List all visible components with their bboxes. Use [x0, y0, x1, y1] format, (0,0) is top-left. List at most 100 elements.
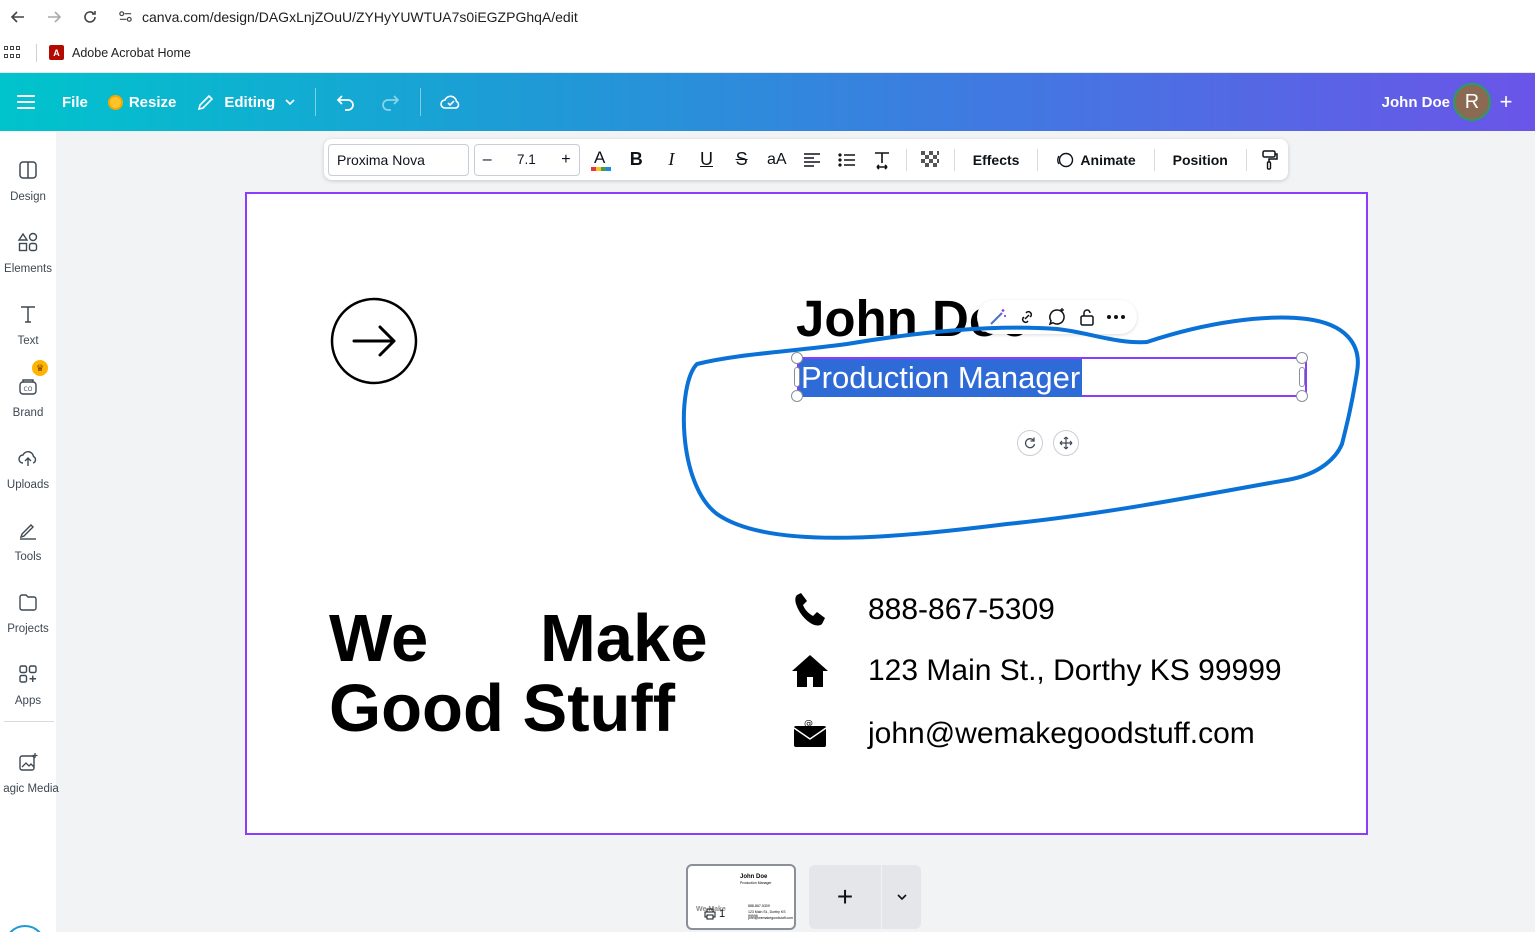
cloud-check-icon — [440, 95, 460, 109]
back-button[interactable] — [0, 0, 36, 33]
transparency-button[interactable] — [913, 144, 948, 176]
main-menu-button[interactable] — [0, 73, 52, 131]
effects-button[interactable]: Effects — [961, 152, 1032, 168]
decrease-font-size-button[interactable]: – — [483, 151, 492, 169]
address-text[interactable]: 123 Main St., Dorthy KS 99999 — [868, 654, 1282, 688]
link-button[interactable] — [1015, 305, 1039, 329]
sidebar-item-magic-media[interactable]: agic Media — [0, 735, 59, 803]
tagline-text[interactable]: We Make Good Stuff — [329, 604, 708, 744]
file-menu-button[interactable]: File — [52, 84, 98, 120]
comment-button[interactable] — [1045, 305, 1069, 329]
transparency-icon — [921, 150, 940, 167]
resize-button[interactable]: Resize — [98, 84, 187, 120]
user-name[interactable]: John Doe — [1382, 73, 1450, 131]
more-options-button[interactable] — [1104, 305, 1128, 329]
resize-handle[interactable] — [1296, 390, 1308, 402]
sidebar-item-text[interactable]: Text — [0, 287, 56, 355]
site-info-icon[interactable] — [114, 6, 136, 28]
phone-text[interactable]: 888-867-5309 — [868, 593, 1055, 627]
lock-button[interactable] — [1075, 305, 1099, 329]
invite-plus-button[interactable]: + — [1491, 87, 1521, 117]
editing-mode-button[interactable]: Editing — [186, 84, 307, 120]
letter-case-icon: aA — [766, 150, 787, 168]
align-button[interactable] — [794, 144, 829, 176]
letter-case-button[interactable]: aA — [759, 144, 794, 176]
underline-button[interactable]: U — [689, 144, 724, 176]
chevron-down-icon — [896, 894, 907, 901]
role-text[interactable]: Production Manager — [799, 359, 1083, 397]
forward-button[interactable] — [36, 0, 72, 33]
resize-handle[interactable] — [791, 352, 803, 364]
design-canvas[interactable]: John Doe Production Manager We Make Good… — [245, 192, 1368, 835]
rotate-handle[interactable] — [1017, 430, 1043, 456]
thumbnail-phone: 888-867-5309 — [748, 904, 770, 908]
chevron-down-icon — [285, 99, 295, 106]
animate-button[interactable]: Animate — [1044, 151, 1147, 169]
side-resize-handle[interactable] — [794, 367, 800, 387]
side-resize-handle[interactable] — [1299, 367, 1305, 387]
email-text[interactable]: john@wemakegoodstuff.com — [868, 717, 1255, 751]
bookmark-adobe-acrobat[interactable]: A Adobe Acrobat Home — [49, 45, 191, 60]
editor-header: File Resize Editing John Doe R + — [0, 73, 1535, 131]
page-number: 1 — [704, 908, 725, 920]
apps-grid-icon[interactable] — [2, 43, 22, 63]
undo-button[interactable] — [324, 84, 368, 120]
spacing-button[interactable] — [865, 144, 900, 176]
save-status-button[interactable] — [429, 84, 473, 120]
header-divider — [420, 88, 422, 116]
design-icon — [15, 157, 41, 183]
add-page-button[interactable]: + — [809, 865, 881, 929]
sidebar-item-elements[interactable]: Elements — [0, 215, 56, 283]
sidebar-item-label: agic Media — [3, 783, 59, 795]
sidebar-item-label: Brand — [12, 407, 44, 419]
redo-button[interactable] — [368, 84, 412, 120]
font-family-select[interactable]: Proxima Nova — [328, 143, 469, 176]
back-arrow-icon — [10, 10, 24, 23]
sidebar-item-apps[interactable]: Apps — [0, 647, 56, 715]
magic-media-icon — [15, 749, 41, 775]
resize-handle[interactable] — [1296, 352, 1308, 364]
list-button[interactable] — [829, 144, 864, 176]
phone-icon — [790, 590, 830, 630]
avatar[interactable]: R — [1453, 83, 1491, 121]
selected-text-box[interactable]: Production Manager — [797, 357, 1307, 397]
brand-icon: CO — [15, 373, 41, 399]
font-size-input[interactable]: 7.1 — [517, 152, 536, 167]
text-format-toolbar: Proxima Nova – 7.1 + A B I U S aA Effect… — [324, 139, 1288, 180]
link-icon — [1022, 310, 1033, 324]
copy-style-button[interactable] — [1253, 144, 1288, 176]
magic-write-button[interactable] — [986, 305, 1010, 329]
position-button[interactable]: Position — [1161, 152, 1240, 168]
redo-icon — [382, 95, 400, 111]
strikethrough-button[interactable]: S — [724, 144, 759, 176]
bold-icon: B — [629, 149, 643, 169]
rotate-icon — [1024, 437, 1036, 449]
phone-row[interactable]: 888-867-5309 — [790, 590, 1055, 630]
hamburger-icon — [17, 91, 35, 113]
sidebar-item-projects[interactable]: Projects — [0, 575, 56, 643]
sidebar-item-tools[interactable]: Tools — [0, 503, 56, 571]
tools-icon — [15, 517, 41, 543]
page-thumbnail[interactable]: John Doe Production Manager We Make 888-… — [686, 864, 796, 930]
address-row[interactable]: 123 Main St., Dorthy KS 99999 — [790, 651, 1282, 691]
url-field[interactable]: canva.com/design/DAGxLnjZOuU/ZYHyYUWTUA7… — [142, 9, 578, 25]
email-row[interactable]: @ john@wemakegoodstuff.com — [790, 714, 1255, 754]
sidebar-item-design[interactable]: Design — [0, 143, 56, 211]
increase-font-size-button[interactable]: + — [561, 151, 570, 169]
resize-handle[interactable] — [791, 390, 803, 402]
toolbar-divider — [953, 148, 955, 171]
sidebar-item-uploads[interactable]: Uploads — [0, 431, 56, 499]
thumbnail-name: John Doe — [740, 874, 768, 880]
undo-icon — [337, 95, 354, 111]
move-handle[interactable] — [1053, 430, 1079, 456]
bold-button[interactable]: B — [619, 144, 654, 176]
toolbar-divider — [1153, 148, 1155, 171]
sidebar-item-label: Uploads — [6, 479, 50, 491]
text-color-button[interactable]: A — [584, 144, 619, 176]
add-page-options-button[interactable] — [882, 865, 921, 929]
svg-text:CO: CO — [24, 386, 33, 393]
reload-button[interactable] — [72, 0, 108, 33]
sidebar-item-label: Design — [10, 191, 46, 203]
arrow-right-icon[interactable] — [330, 297, 418, 385]
italic-button[interactable]: I — [654, 144, 689, 176]
